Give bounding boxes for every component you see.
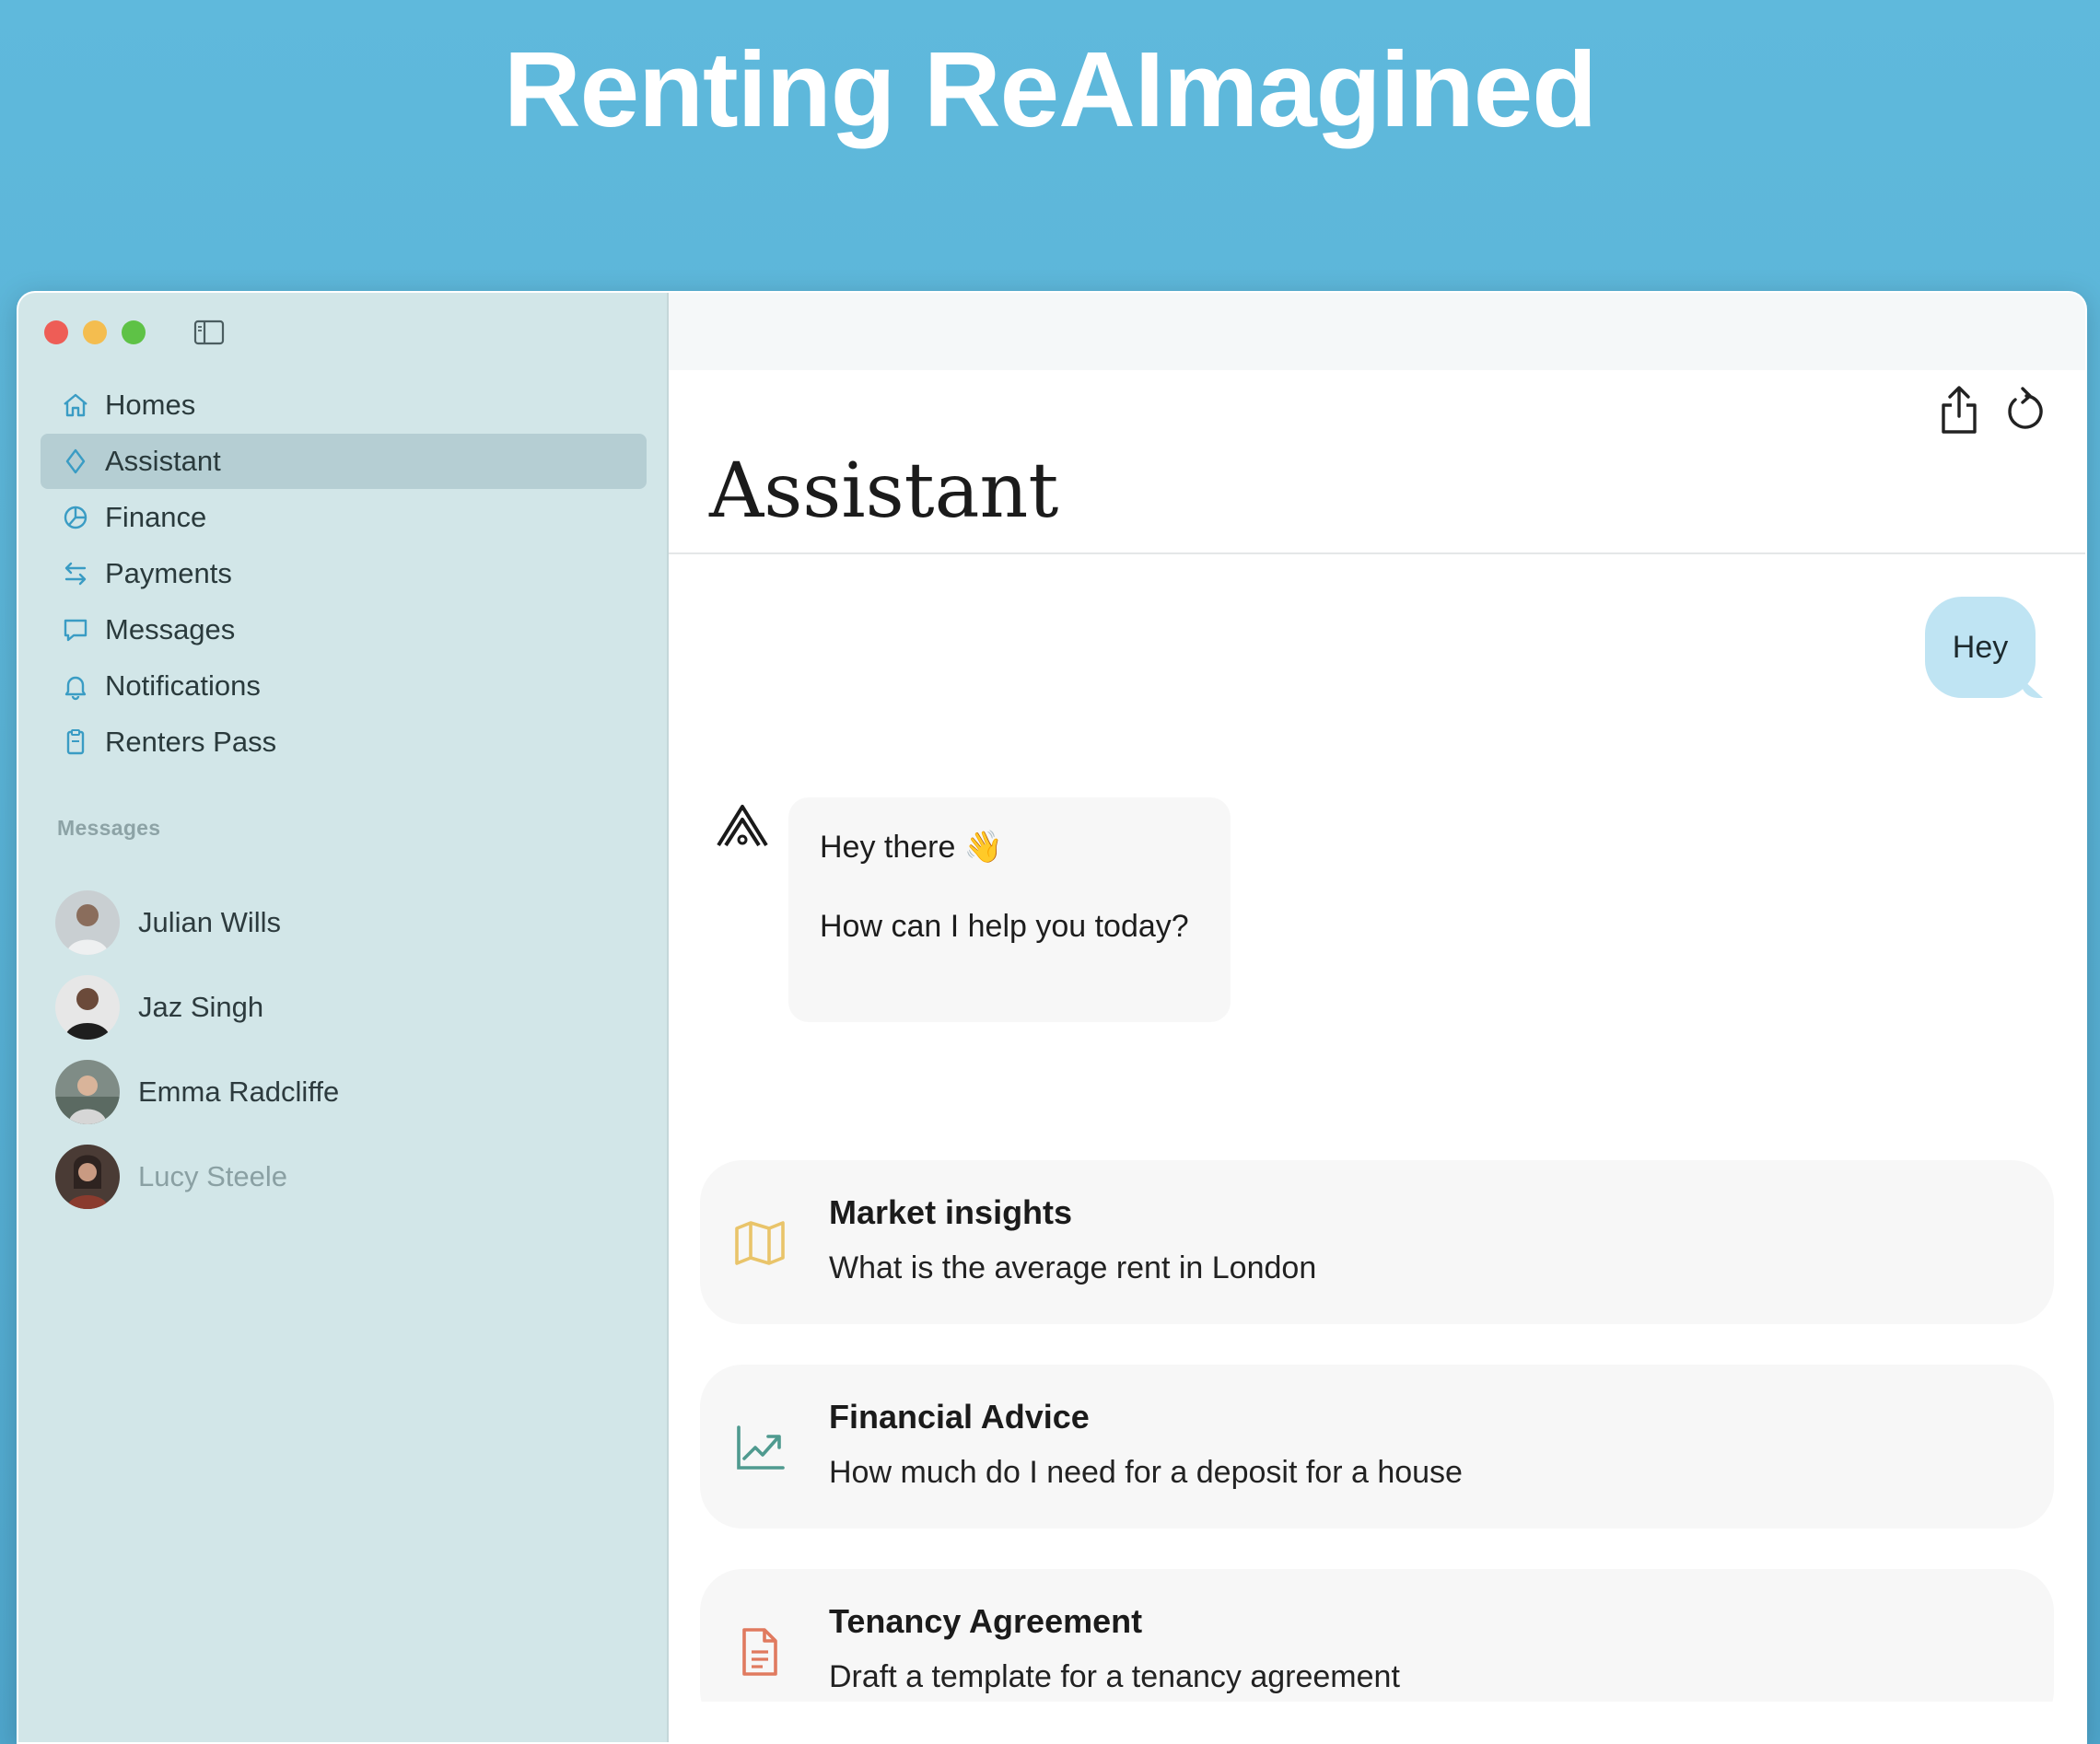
contact-name: Lucy Steele (138, 1160, 287, 1192)
suggestion-subtitle: Draft a template for a tenancy agreement (829, 1659, 1400, 1694)
contact-emma-radcliffe[interactable]: Emma Radcliffe (55, 1050, 626, 1134)
pie-chart-icon (59, 501, 92, 534)
suggestion-financial-advice[interactable]: Financial Advice How much do I need for … (700, 1365, 2054, 1529)
contact-name: Jaz Singh (138, 991, 264, 1023)
assistant-logo-icon (717, 805, 768, 847)
app-window: Homes Assistant Finance Payments Message… (17, 291, 2087, 1744)
sidebar-item-label: Homes (105, 389, 196, 421)
bottom-edge (669, 1702, 2085, 1742)
document-icon (742, 1628, 777, 1676)
chat-bubble-icon (59, 613, 92, 646)
clipboard-icon (59, 726, 92, 759)
contact-julian-wills[interactable]: Julian Wills (55, 880, 626, 965)
suggestion-list: Market insights What is the average rent… (700, 1160, 2054, 1742)
map-icon (735, 1221, 785, 1265)
sidebar-item-label: Messages (105, 613, 236, 645)
sidebar-toggle-icon[interactable] (193, 319, 225, 346)
sidebar: Homes Assistant Finance Payments Message… (18, 293, 669, 1742)
avatar (55, 975, 120, 1040)
title-bar (669, 293, 2085, 370)
maximize-window-button[interactable] (122, 320, 146, 344)
avatar (55, 1060, 120, 1124)
trending-chart-icon (737, 1425, 785, 1470)
page-headline: Renting ReAImagined (503, 29, 1597, 149)
contact-name: Julian Wills (138, 906, 282, 938)
sidebar-item-homes[interactable]: Homes (41, 378, 647, 433)
page-title: Assistant (709, 448, 1059, 535)
sidebar-item-notifications[interactable]: Notifications (41, 658, 647, 714)
divider (669, 552, 2085, 554)
assistant-panel: Assistant Hey Hey there 👋 How can I help… (669, 293, 2085, 1742)
sidebar-item-payments[interactable]: Payments (41, 546, 647, 601)
assistant-message-bubble: Hey there 👋 How can I help you today? (788, 797, 1231, 1022)
suggestion-title: Financial Advice (829, 1398, 1090, 1436)
refresh-icon[interactable] (2002, 383, 2048, 436)
bell-icon (59, 669, 92, 703)
home-icon (59, 389, 92, 422)
avatar (55, 890, 120, 955)
toolbar (1936, 383, 2048, 436)
sidebar-item-label: Finance (105, 501, 207, 533)
contact-name: Emma Radcliffe (138, 1075, 340, 1108)
user-message-bubble: Hey (1925, 597, 2036, 698)
assistant-greeting: Hey there 👋 (820, 830, 1004, 865)
minimize-window-button[interactable] (83, 320, 107, 344)
sidebar-item-assistant[interactable]: Assistant (41, 434, 647, 489)
assistant-question: How can I help you today? (820, 909, 1189, 945)
suggestion-subtitle: What is the average rent in London (829, 1250, 1317, 1285)
share-icon[interactable] (1936, 383, 1982, 436)
diamond-icon (59, 445, 92, 478)
suggestion-market-insights[interactable]: Market insights What is the average rent… (700, 1160, 2054, 1324)
transfer-arrows-icon (59, 557, 92, 590)
sidebar-item-label: Payments (105, 557, 232, 589)
sidebar-item-label: Notifications (105, 669, 261, 702)
sidebar-nav: Homes Assistant Finance Payments Message… (41, 378, 647, 771)
suggestion-subtitle: How much do I need for a deposit for a h… (829, 1455, 1463, 1490)
sidebar-item-label: Renters Pass (105, 726, 277, 758)
sidebar-item-label: Assistant (105, 445, 221, 477)
sidebar-item-messages[interactable]: Messages (41, 602, 647, 657)
window-controls (44, 320, 146, 344)
avatar (55, 1145, 120, 1209)
contact-jaz-singh[interactable]: Jaz Singh (55, 965, 626, 1050)
sidebar-item-finance[interactable]: Finance (41, 490, 647, 545)
messages-section-label: Messages (57, 816, 161, 840)
sidebar-item-renters-pass[interactable]: Renters Pass (41, 715, 647, 770)
suggestion-title: Market insights (829, 1193, 1073, 1231)
close-window-button[interactable] (44, 320, 68, 344)
suggestion-title: Tenancy Agreement (829, 1602, 1143, 1640)
contact-list: Julian Wills Jaz Singh Emma Radcliffe Lu… (55, 880, 626, 1219)
contact-lucy-steele[interactable]: Lucy Steele (55, 1134, 626, 1219)
